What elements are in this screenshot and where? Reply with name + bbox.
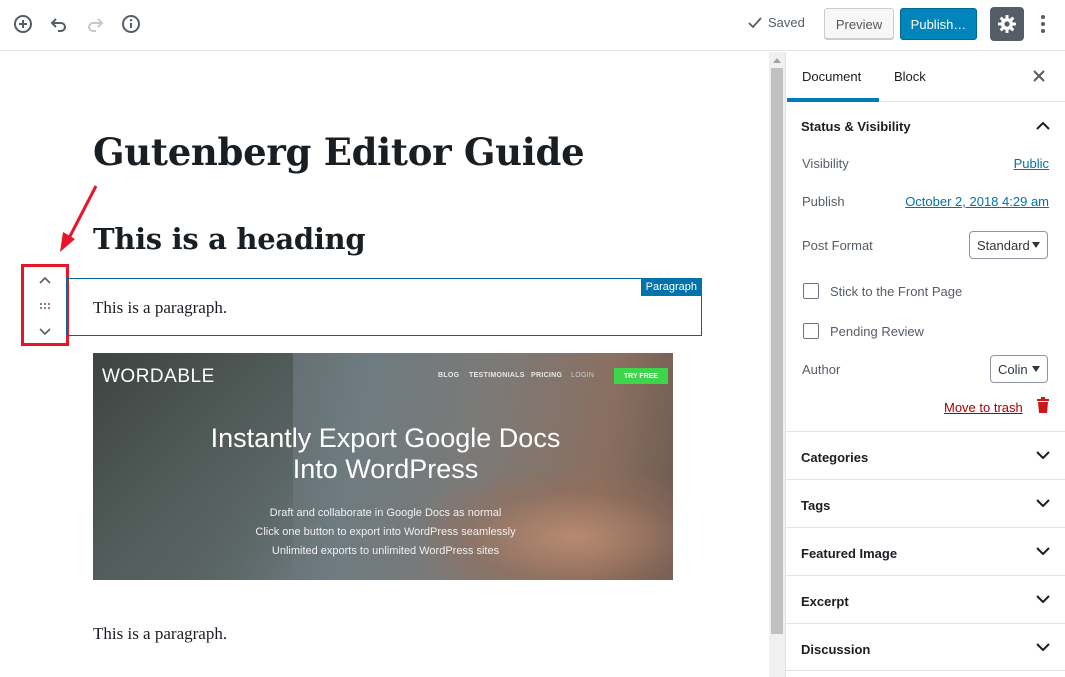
panel-title: Featured Image [801,546,898,561]
panel-featured-image[interactable]: Featured Image [786,527,1065,575]
publish-date-link[interactable]: October 2, 2018 4:29 am [905,194,1049,209]
pending-review-checkbox[interactable] [803,323,819,339]
info-icon[interactable] [120,13,142,35]
drag-handle-icon [40,303,50,309]
more-menu-button[interactable] [1033,12,1053,36]
check-icon [748,16,762,28]
image-nav-item: BLOG [438,372,460,379]
publish-label: Publish [802,194,845,209]
add-block-icon[interactable] [12,13,34,35]
active-tab-indicator [787,98,879,102]
image-nav-item: LOGIN [571,372,595,379]
scrollbar-thumb[interactable] [771,68,783,634]
chevron-down-icon [1036,595,1050,604]
author-value: Colin [998,361,1028,377]
move-to-trash-link[interactable]: Move to trash [944,400,1023,415]
preview-button[interactable]: Preview [824,8,894,40]
post-title[interactable]: Gutenberg Editor Guide [93,130,585,174]
panel-tags[interactable]: Tags [786,479,1065,527]
post-format-label: Post Format [802,238,873,253]
more-vertical-icon [1041,15,1045,33]
panel-title: Tags [801,498,831,513]
settings-button[interactable] [990,7,1024,41]
sidebar-tabs: Document Block [786,52,1065,102]
post-format-value: Standard [977,237,1030,253]
dropdown-caret-icon [1032,366,1040,372]
panel-excerpt[interactable]: Excerpt [786,575,1065,623]
tab-document[interactable]: Document [802,69,861,84]
chevron-down-icon [1036,451,1050,460]
block-type-label: Paragraph [640,278,702,296]
saved-status: Saved [748,15,805,30]
dropdown-caret-icon [1032,242,1040,248]
drag-handle[interactable] [24,295,66,317]
sticky-checkbox[interactable] [803,283,819,299]
visibility-value-link[interactable]: Public [1014,156,1049,171]
status-visibility-title[interactable]: Status & Visibility [801,119,911,134]
editor-scrollbar[interactable] [769,52,785,677]
close-icon [1033,70,1045,82]
image-headline-line: Into WordPress [292,454,479,484]
chevron-down-icon [1036,643,1050,652]
scroll-up-arrow[interactable] [773,58,781,63]
image-nav-item: PRICING [531,372,563,379]
redo-icon[interactable] [84,13,106,35]
image-headline: Instantly Export Google Docs Into WordPr… [93,423,673,485]
sticky-label[interactable]: Stick to the Front Page [830,284,962,299]
chevron-down-icon [1036,547,1050,556]
editor-header: Saved Preview Publish… [0,0,1065,51]
move-up-button[interactable] [24,269,66,291]
chevron-up-icon [39,276,51,284]
panel-title: Excerpt [801,594,849,609]
image-logo: WORDABLE [102,366,215,387]
image-headline-line: Instantly Export Google Docs [210,423,561,453]
tab-block[interactable]: Block [894,69,926,84]
block-mover-highlight [21,264,69,346]
author-select[interactable]: Colin [990,355,1048,383]
visibility-label: Visibility [802,156,849,171]
panel-categories[interactable]: Categories [786,431,1065,479]
move-down-button[interactable] [24,321,66,343]
paragraph-block-selected[interactable]: Paragraph This is a paragraph. [66,278,702,336]
panel-title: Categories [801,450,869,465]
undo-icon[interactable] [48,13,70,35]
chevron-up-icon[interactable] [1035,120,1051,132]
close-sidebar-button[interactable] [1031,68,1047,84]
saved-label: Saved [768,15,805,30]
paragraph-text[interactable]: This is a paragraph. [93,298,227,318]
trash-icon[interactable] [1036,397,1050,413]
author-label: Author [802,362,841,377]
heading-block[interactable]: This is a heading [93,222,366,256]
chevron-down-icon [39,328,51,336]
image-subtext: Draft and collaborate in Google Docs as … [269,507,502,519]
post-format-select[interactable]: Standard [969,231,1048,259]
editor-canvas: Gutenberg Editor Guide This is a heading… [0,52,769,677]
image-subtext: Unlimited exports to unlimited WordPress… [271,545,500,557]
image-nav-item: TESTIMONIALS [469,372,525,379]
image-block[interactable]: WORDABLE BLOG TESTIMONIALS PRICING LOGIN… [93,353,673,580]
panel-discussion[interactable]: Discussion [786,623,1065,671]
panel-title: Discussion [801,642,871,657]
publish-button[interactable]: Publish… [900,8,977,40]
gear-icon [998,15,1016,33]
pending-review-label[interactable]: Pending Review [830,324,924,339]
settings-sidebar: Document Block Status & Visibility Visib… [785,52,1065,677]
image-subtext: Click one button to export into WordPres… [255,526,516,538]
chevron-down-icon [1036,499,1050,508]
image-cta: TRY FREE [614,368,668,384]
paragraph-block[interactable]: This is a paragraph. [93,624,227,644]
